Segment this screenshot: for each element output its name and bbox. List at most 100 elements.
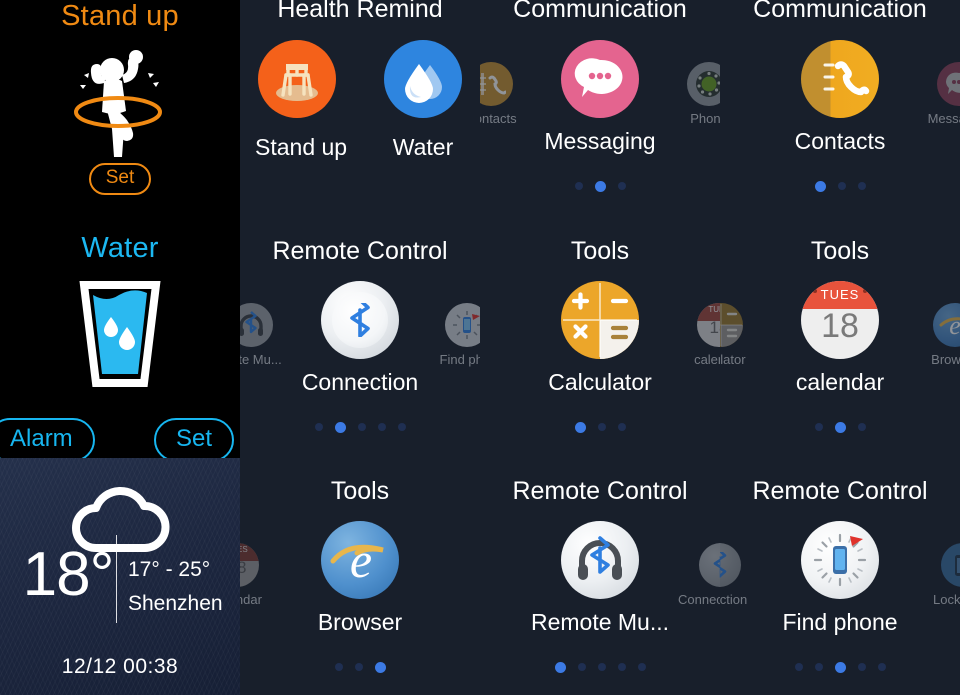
- app-icon-calculator[interactable]: [561, 281, 639, 359]
- page-dot-active[interactable]: [554, 661, 566, 673]
- sidebar-card-standup[interactable]: Stand up Set: [0, 0, 240, 228]
- page-dots[interactable]: [720, 421, 960, 433]
- side-tile-calculator-far[interactable]: alculator: [712, 303, 720, 367]
- page-dot[interactable]: [794, 663, 803, 671]
- side-tile-connection[interactable]: onnection: [720, 543, 762, 607]
- page-dot-active[interactable]: [834, 661, 846, 673]
- app-label: Stand up: [255, 134, 348, 160]
- page-dots[interactable]: [480, 421, 720, 433]
- side-tile-calendar[interactable]: TUES 18 calendar: [240, 543, 280, 607]
- water-title: Water: [81, 232, 159, 264]
- page-dot[interactable]: [577, 663, 586, 671]
- page-dot[interactable]: [617, 663, 626, 671]
- app-icon-contacts[interactable]: [801, 40, 879, 118]
- page-dot-active[interactable]: [814, 180, 826, 192]
- page-dot[interactable]: [397, 423, 406, 431]
- app-icon-remote-music[interactable]: [561, 521, 639, 599]
- app-icon-connection[interactable]: [321, 281, 399, 359]
- side-label: Find phor: [439, 352, 480, 367]
- water-glass-icon: [0, 275, 240, 393]
- app-icon-find-phone[interactable]: [801, 521, 879, 599]
- page-dot[interactable]: [637, 663, 646, 671]
- lock-phone-icon: [941, 543, 960, 587]
- side-tile-browser[interactable]: e Browser: [912, 303, 960, 367]
- page-dot-active[interactable]: [834, 421, 846, 433]
- page-dots[interactable]: [480, 661, 720, 673]
- page-dots[interactable]: [480, 180, 720, 192]
- page-dot[interactable]: [377, 423, 386, 431]
- panel-communication-contacts[interactable]: Communication Contacts Mess: [720, 0, 960, 230]
- app-icon-browser[interactable]: e: [321, 521, 399, 599]
- page-dot[interactable]: [597, 663, 606, 671]
- page-dots[interactable]: [240, 661, 480, 673]
- side-tile-lock-phone[interactable]: Lock phon: [920, 543, 960, 607]
- panel-tools-browser[interactable]: Tools TUES 18 calendar e: [240, 470, 480, 695]
- standup-set-button[interactable]: Set: [88, 163, 152, 195]
- page-dot[interactable]: [357, 423, 366, 431]
- sidebar-card-water[interactable]: Water Alarm Set: [0, 232, 240, 462]
- page-dot[interactable]: [814, 663, 823, 671]
- side-label: alculator: [712, 352, 720, 367]
- page-dots[interactable]: [720, 180, 960, 192]
- app-tile-standup[interactable]: Stand up: [255, 40, 348, 161]
- app-tile-water[interactable]: Water: [381, 40, 465, 161]
- calendar-icon: TUES 18: [240, 543, 259, 587]
- page-dot-active[interactable]: [574, 421, 586, 433]
- panel-tools-calendar[interactable]: Tools lator TUES 18 calendar e Brow: [720, 230, 960, 470]
- side-tile-find-phone[interactable]: Find phor: [424, 303, 480, 367]
- panel-communication-messaging[interactable]: Communication Contacts: [480, 0, 720, 230]
- panel-health-remind[interactable]: Health Remind Stand up Water: [240, 0, 480, 230]
- page-dot-active[interactable]: [334, 421, 346, 433]
- carousel[interactable]: Contacts Messaging: [720, 0, 960, 230]
- app-icon-messaging[interactable]: [561, 40, 639, 118]
- side-tile-calculator[interactable]: alculator: [720, 303, 764, 367]
- side-label: alculator: [720, 352, 746, 367]
- weather-datetime: 12/12 00:38: [61, 655, 179, 678]
- page-dot[interactable]: [857, 182, 866, 190]
- carousel[interactable]: mote Mu... Connection: [240, 230, 480, 470]
- app-icon-calendar[interactable]: TUES 18: [801, 281, 879, 359]
- side-label: Contacts: [480, 111, 517, 126]
- panel-remote-control-find-phone[interactable]: Remote Control onnection: [720, 470, 960, 695]
- page-dot[interactable]: [814, 423, 823, 431]
- page-dot[interactable]: [617, 423, 626, 431]
- page-dot[interactable]: [314, 423, 323, 431]
- messaging-bubble-icon: [937, 62, 960, 106]
- page-dot[interactable]: [857, 663, 866, 671]
- carousel[interactable]: TUES 18 calendar e Browser: [240, 470, 480, 695]
- page-dot[interactable]: [857, 423, 866, 431]
- carousel[interactable]: Remote Mu... Connectionnection: [480, 470, 720, 695]
- carousel[interactable]: Calculator TUES 18 calendar: [480, 230, 720, 470]
- app-label-find-phone: Find phone: [782, 609, 898, 635]
- page-dots[interactable]: [720, 661, 960, 673]
- page-dot[interactable]: [617, 182, 626, 190]
- side-tile-contacts[interactable]: Contacts: [480, 62, 534, 126]
- carousel[interactable]: Contacts Messaging: [480, 0, 720, 230]
- panel-remote-control-connection[interactable]: Remote Control mote Mu...: [240, 230, 480, 470]
- panel-tools-calculator[interactable]: Tools Calculator TU 1 cale: [480, 230, 720, 470]
- calculator-icon: [720, 303, 743, 347]
- panel-remote-control-music[interactable]: Remote Control Remote Mu... Connec: [480, 470, 720, 695]
- standup-figure-icon: [0, 37, 240, 167]
- page-dot-active[interactable]: [374, 661, 386, 673]
- side-tile-phone[interactable]: Phone: [666, 62, 720, 126]
- page-dot[interactable]: [334, 663, 343, 671]
- side-tile-remote-music[interactable]: mote Mu...: [240, 303, 294, 367]
- page-dot[interactable]: [354, 663, 363, 671]
- carousel[interactable]: alculator TUES 18 calendar: [720, 230, 960, 470]
- water-alarm-button[interactable]: Alarm: [0, 418, 95, 462]
- side-label: Messaging: [927, 111, 960, 126]
- page-dot[interactable]: [837, 182, 846, 190]
- sidebar-card-weather[interactable]: 18° 17° - 25° Shenzhen 12/12 00:38: [0, 458, 240, 695]
- page-dot[interactable]: [597, 423, 606, 431]
- page-dot[interactable]: [574, 182, 583, 190]
- page-dot-active[interactable]: [594, 180, 606, 192]
- water-set-button[interactable]: Set: [153, 418, 234, 462]
- app-label-messaging: Messaging: [544, 128, 656, 154]
- side-tile-connection[interactable]: Connectionnection: [678, 543, 720, 607]
- page-dots[interactable]: [240, 421, 480, 433]
- browser-e-icon: e: [933, 303, 960, 347]
- side-tile-messaging[interactable]: Messaging: [916, 62, 960, 126]
- carousel[interactable]: onnection: [720, 470, 960, 695]
- page-dot[interactable]: [877, 663, 886, 671]
